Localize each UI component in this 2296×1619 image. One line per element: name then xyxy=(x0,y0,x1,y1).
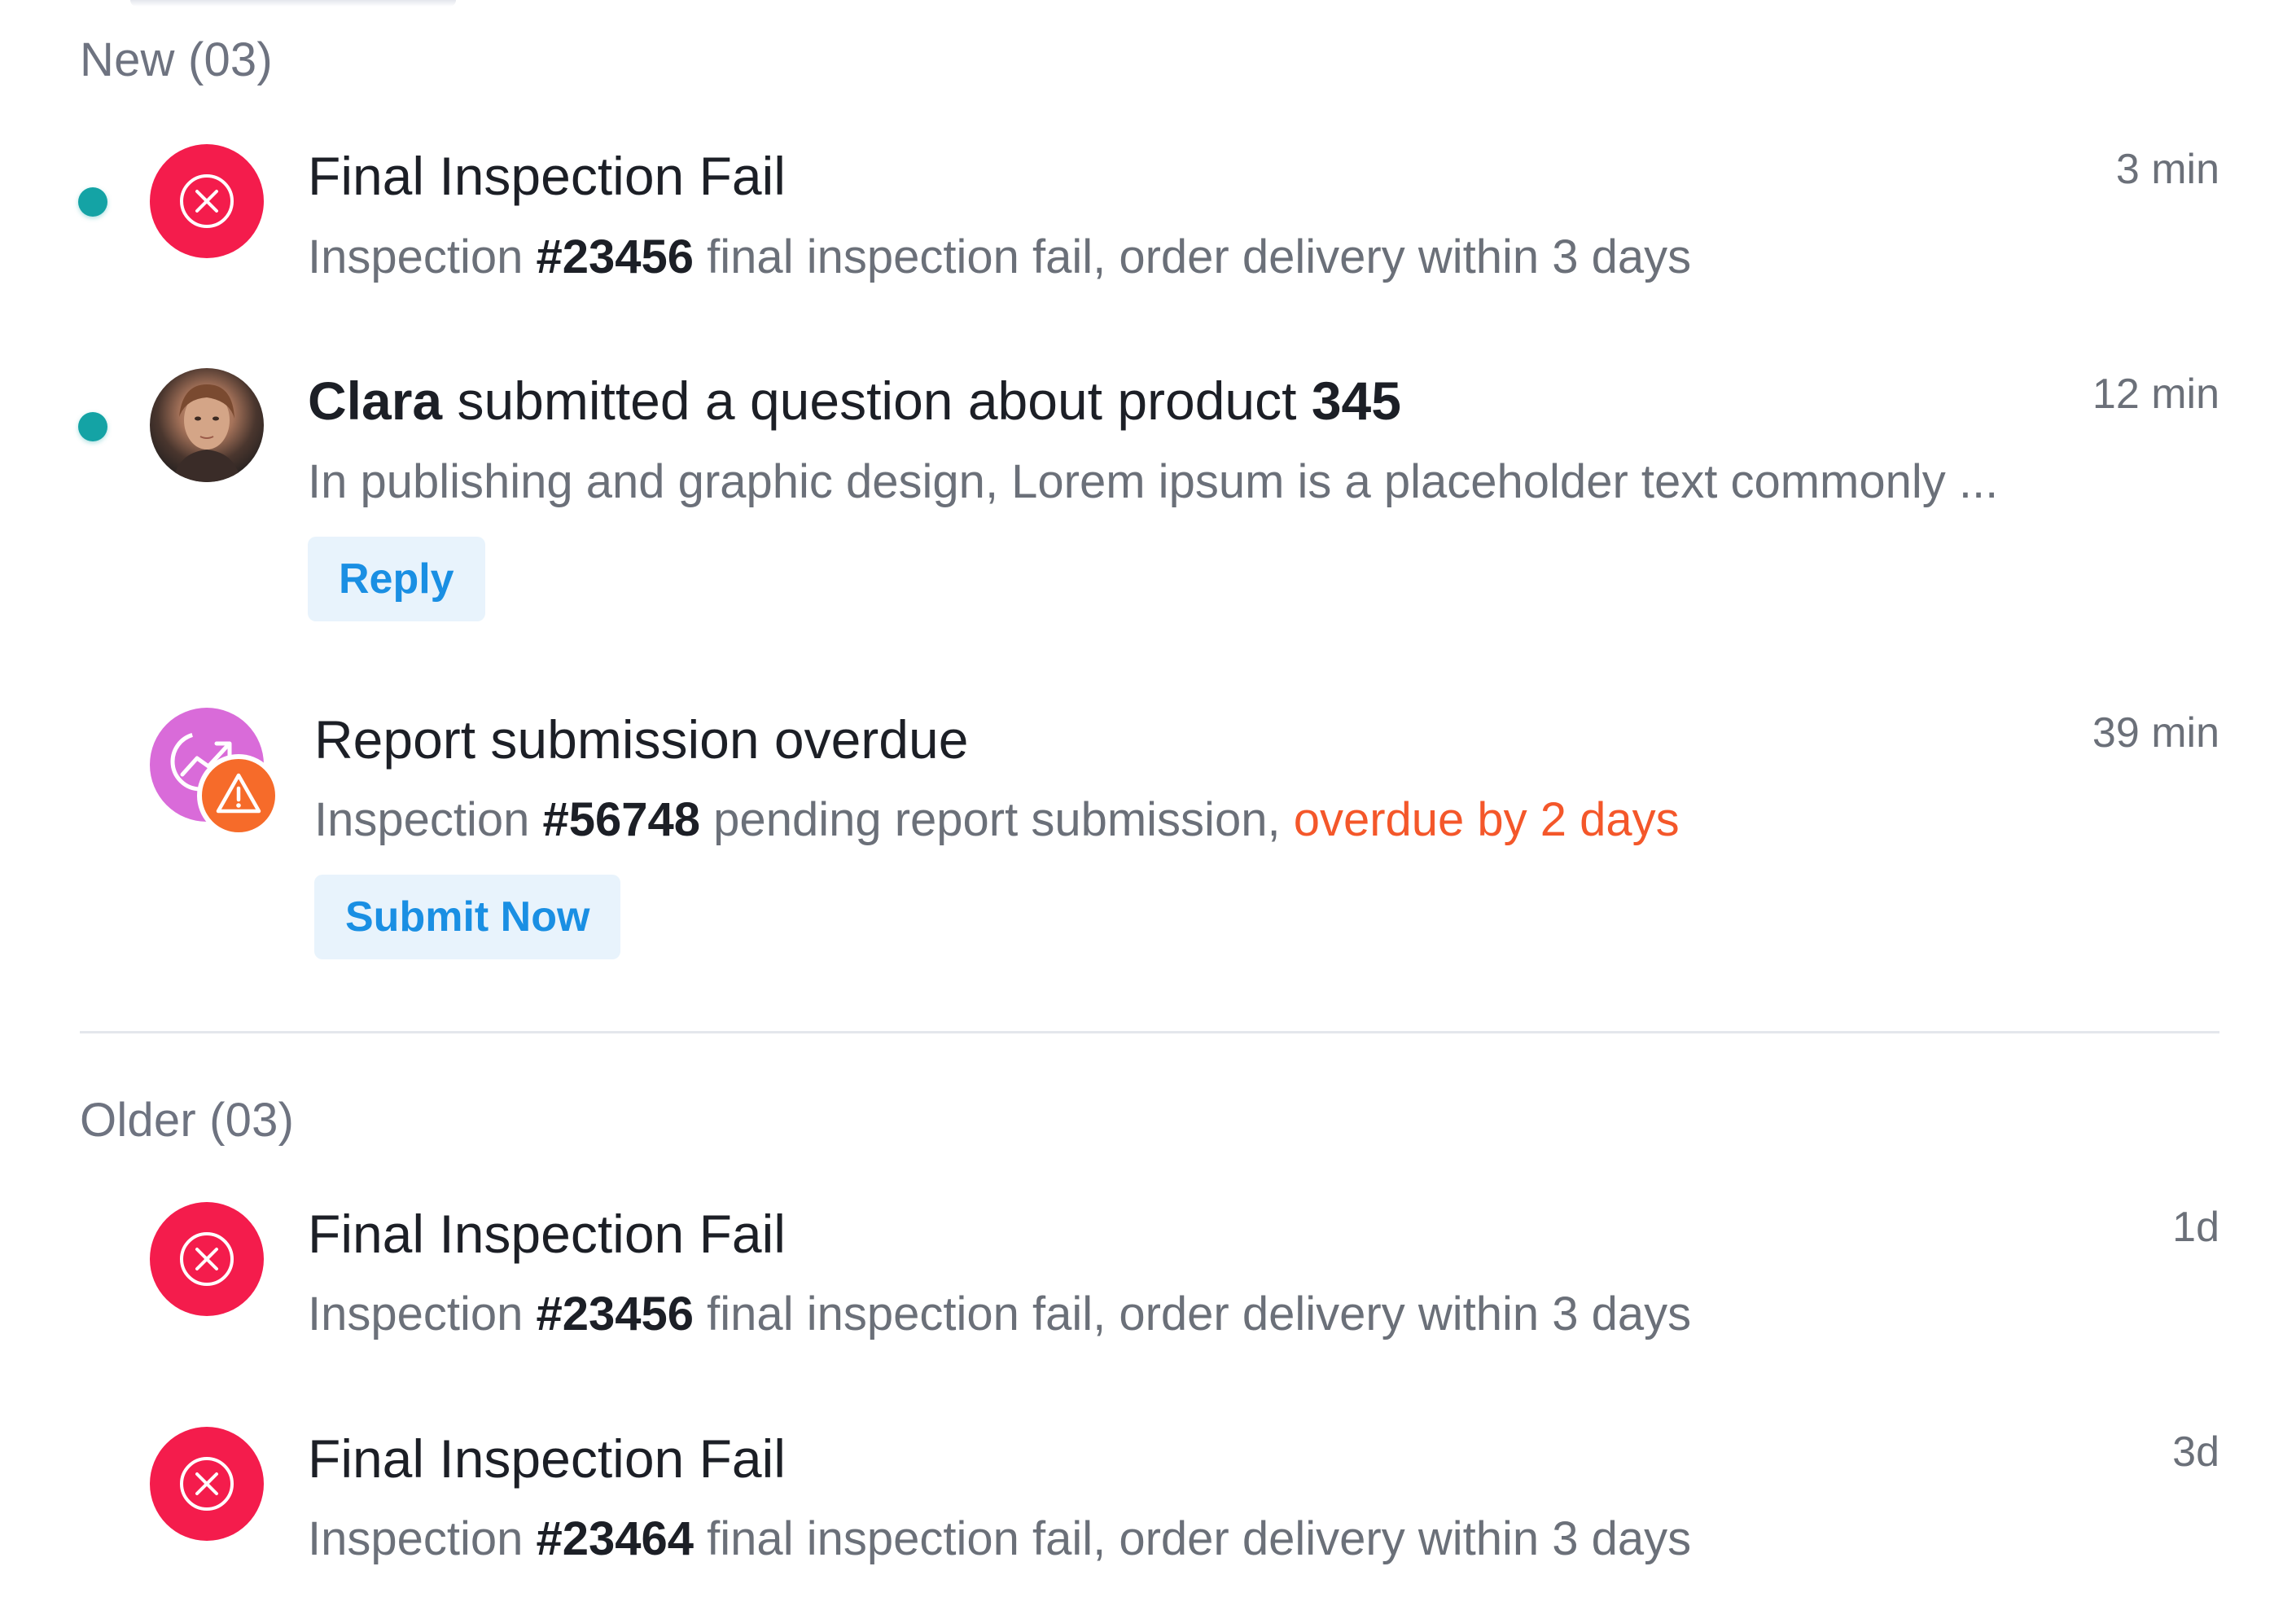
close-circle-icon xyxy=(150,144,264,258)
inspection-id: #23464 xyxy=(536,1512,694,1565)
product-number: 345 xyxy=(1311,371,1401,431)
notification-title: Final Inspection Fail xyxy=(308,146,786,206)
section-header-new: New (03) xyxy=(80,33,273,86)
unread-dot xyxy=(78,187,107,217)
close-circle-icon xyxy=(150,1202,264,1316)
avatar xyxy=(150,368,264,482)
section-divider xyxy=(80,1031,2219,1033)
submit-now-button[interactable]: Submit Now xyxy=(314,875,621,959)
inspection-id: #23456 xyxy=(536,230,694,283)
unread-dot xyxy=(78,412,107,441)
notification-description: Inspection #23456 final inspection fail,… xyxy=(308,1288,1692,1340)
section-header-older: Older (03) xyxy=(80,1094,295,1147)
notification-title: Clara submitted a question about product… xyxy=(308,371,1401,431)
notification-time: 1d xyxy=(2172,1204,2219,1251)
notification-description: Inspection #23464 final inspection fail,… xyxy=(308,1512,1692,1565)
notification-time: 39 min xyxy=(2092,709,2219,757)
inspection-id: #23456 xyxy=(536,1288,694,1340)
reply-button[interactable]: Reply xyxy=(308,537,485,621)
notification-description: Inspection #56748 pending report submiss… xyxy=(314,793,1680,846)
notification-time: 3d xyxy=(2172,1428,2219,1476)
notification-description: Inspection #23456 final inspection fail,… xyxy=(308,230,1692,283)
notification-time: 12 min xyxy=(2092,371,2219,418)
warning-icon xyxy=(197,754,280,837)
notification-time: 3 min xyxy=(2115,146,2219,193)
notification-description: In publishing and graphic design, Lorem … xyxy=(308,455,1999,508)
user-name: Clara xyxy=(308,371,443,431)
inspection-id: #56748 xyxy=(542,793,701,846)
overdue-warning-text: overdue by 2 days xyxy=(1293,793,1680,846)
notification-title: Final Inspection Fail xyxy=(308,1428,786,1489)
close-circle-icon xyxy=(150,1427,264,1541)
notification-title: Report submission overdue xyxy=(314,709,969,770)
notification-title: Final Inspection Fail xyxy=(308,1204,786,1264)
top-edge-shadow xyxy=(130,0,456,7)
